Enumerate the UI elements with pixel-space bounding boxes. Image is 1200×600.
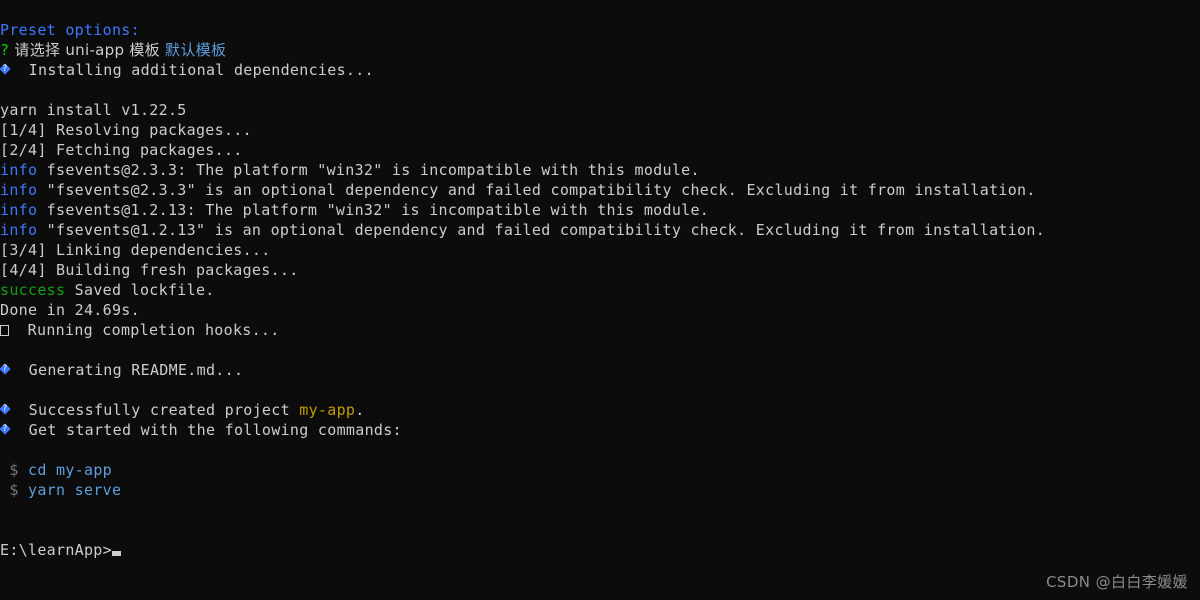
terminal-window[interactable]: Preset options: ? 请选择 uni-app 模板 默认模板 In… — [0, 0, 1200, 600]
template-question-text: 请选择 uni-app 模板 — [9, 41, 166, 59]
output-line-installing: Installing additional dependencies... — [0, 60, 1200, 80]
output-line-created-project: Successfully created project my-app. — [0, 400, 1200, 420]
output-line-hooks: Running completion hooks... — [0, 320, 1200, 340]
replacement-char-icon — [0, 63, 10, 77]
info-text-4: "fsevents@1.2.13" is an optional depende… — [37, 221, 1046, 239]
dollar-sign-2: $ — [0, 481, 19, 499]
step-2-text: Fetching packages... — [46, 141, 243, 159]
info-label-2: info — [0, 181, 38, 199]
info-label-1: info — [0, 161, 38, 179]
info-text-2: "fsevents@2.3.3" is an optional dependen… — [37, 181, 1036, 199]
created-project-suffix: . — [355, 401, 365, 419]
success-text: Saved lockfile. — [65, 281, 215, 299]
question-mark-icon: ? — [0, 41, 10, 59]
info-label-4: info — [0, 221, 38, 239]
output-line-success: success Saved lockfile. — [0, 280, 1200, 300]
generating-readme-text: Generating README.md... — [10, 361, 244, 379]
created-project-name: my-app — [299, 401, 356, 419]
output-line-step-4: [4/4] Building fresh packages... — [0, 260, 1200, 280]
output-blank-line-4 — [0, 440, 1200, 460]
done-text: Done in 24.69s. — [0, 301, 140, 319]
created-project-prefix: Successfully created project — [10, 401, 300, 419]
output-line-step-3: [3/4] Linking dependencies... — [0, 240, 1200, 260]
get-started-text: Get started with the following commands: — [10, 421, 402, 439]
output-line-preset-options: Preset options: — [0, 20, 1200, 40]
output-blank-line-2 — [0, 340, 1200, 360]
step-3-tag: [3/4] — [0, 241, 47, 259]
step-1-tag: [1/4] — [0, 121, 47, 139]
installing-text: Installing additional dependencies... — [10, 61, 374, 79]
output-blank-line-3 — [0, 380, 1200, 400]
output-blank-line-6 — [0, 520, 1200, 540]
replacement-char-icon — [0, 423, 10, 437]
shell-prompt: E:\learnApp> — [0, 541, 112, 559]
output-blank-line-1 — [0, 80, 1200, 100]
output-line-get-started: Get started with the following commands: — [0, 420, 1200, 440]
output-line-info-1: info fsevents@2.3.3: The platform "win32… — [0, 160, 1200, 180]
info-text-1: fsevents@2.3.3: The platform "win32" is … — [37, 161, 700, 179]
success-label: success — [0, 281, 66, 299]
output-line-yarn-version: yarn install v1.22.5 — [0, 100, 1200, 120]
output-line-step-2: [2/4] Fetching packages... — [0, 140, 1200, 160]
terminal-output: Preset options: ? 请选择 uni-app 模板 默认模板 In… — [0, 20, 1200, 560]
empty-box-icon — [0, 325, 9, 336]
output-line-prompt[interactable]: E:\learnApp> — [0, 540, 1200, 560]
dollar-sign-1: $ — [0, 461, 19, 479]
step-1-text: Resolving packages... — [46, 121, 252, 139]
command-yarn-serve: yarn serve — [18, 481, 122, 499]
template-selected-answer: 默认模板 — [165, 41, 227, 59]
step-4-text: Building fresh packages... — [46, 261, 299, 279]
output-line-template-prompt: ? 请选择 uni-app 模板 默认模板 — [0, 40, 1200, 60]
step-2-tag: [2/4] — [0, 141, 47, 159]
output-line-step-1: [1/4] Resolving packages... — [0, 120, 1200, 140]
replacement-char-icon — [0, 363, 10, 377]
yarn-version-text: yarn install v1.22.5 — [0, 101, 187, 119]
output-line-info-3: info fsevents@1.2.13: The platform "win3… — [0, 200, 1200, 220]
replacement-char-icon — [0, 403, 10, 417]
output-line-generating-readme: Generating README.md... — [0, 360, 1200, 380]
step-4-tag: [4/4] — [0, 261, 47, 279]
output-line-done: Done in 24.69s. — [0, 300, 1200, 320]
output-line-cmd-cd: $ cd my-app — [0, 460, 1200, 480]
step-3-text: Linking dependencies... — [46, 241, 271, 259]
info-label-3: info — [0, 201, 38, 219]
output-line-info-4: info "fsevents@1.2.13" is an optional de… — [0, 220, 1200, 240]
info-text-3: fsevents@1.2.13: The platform "win32" is… — [37, 201, 710, 219]
command-cd: cd my-app — [18, 461, 112, 479]
preset-options-label: Preset options: — [0, 21, 140, 39]
output-line-info-2: info "fsevents@2.3.3" is an optional dep… — [0, 180, 1200, 200]
csdn-watermark: CSDN @白白李媛媛 — [1046, 573, 1188, 591]
output-line-cmd-serve: $ yarn serve — [0, 480, 1200, 500]
hooks-text: Running completion hooks... — [9, 321, 280, 339]
text-cursor — [111, 551, 121, 556]
output-blank-line-5 — [0, 500, 1200, 520]
